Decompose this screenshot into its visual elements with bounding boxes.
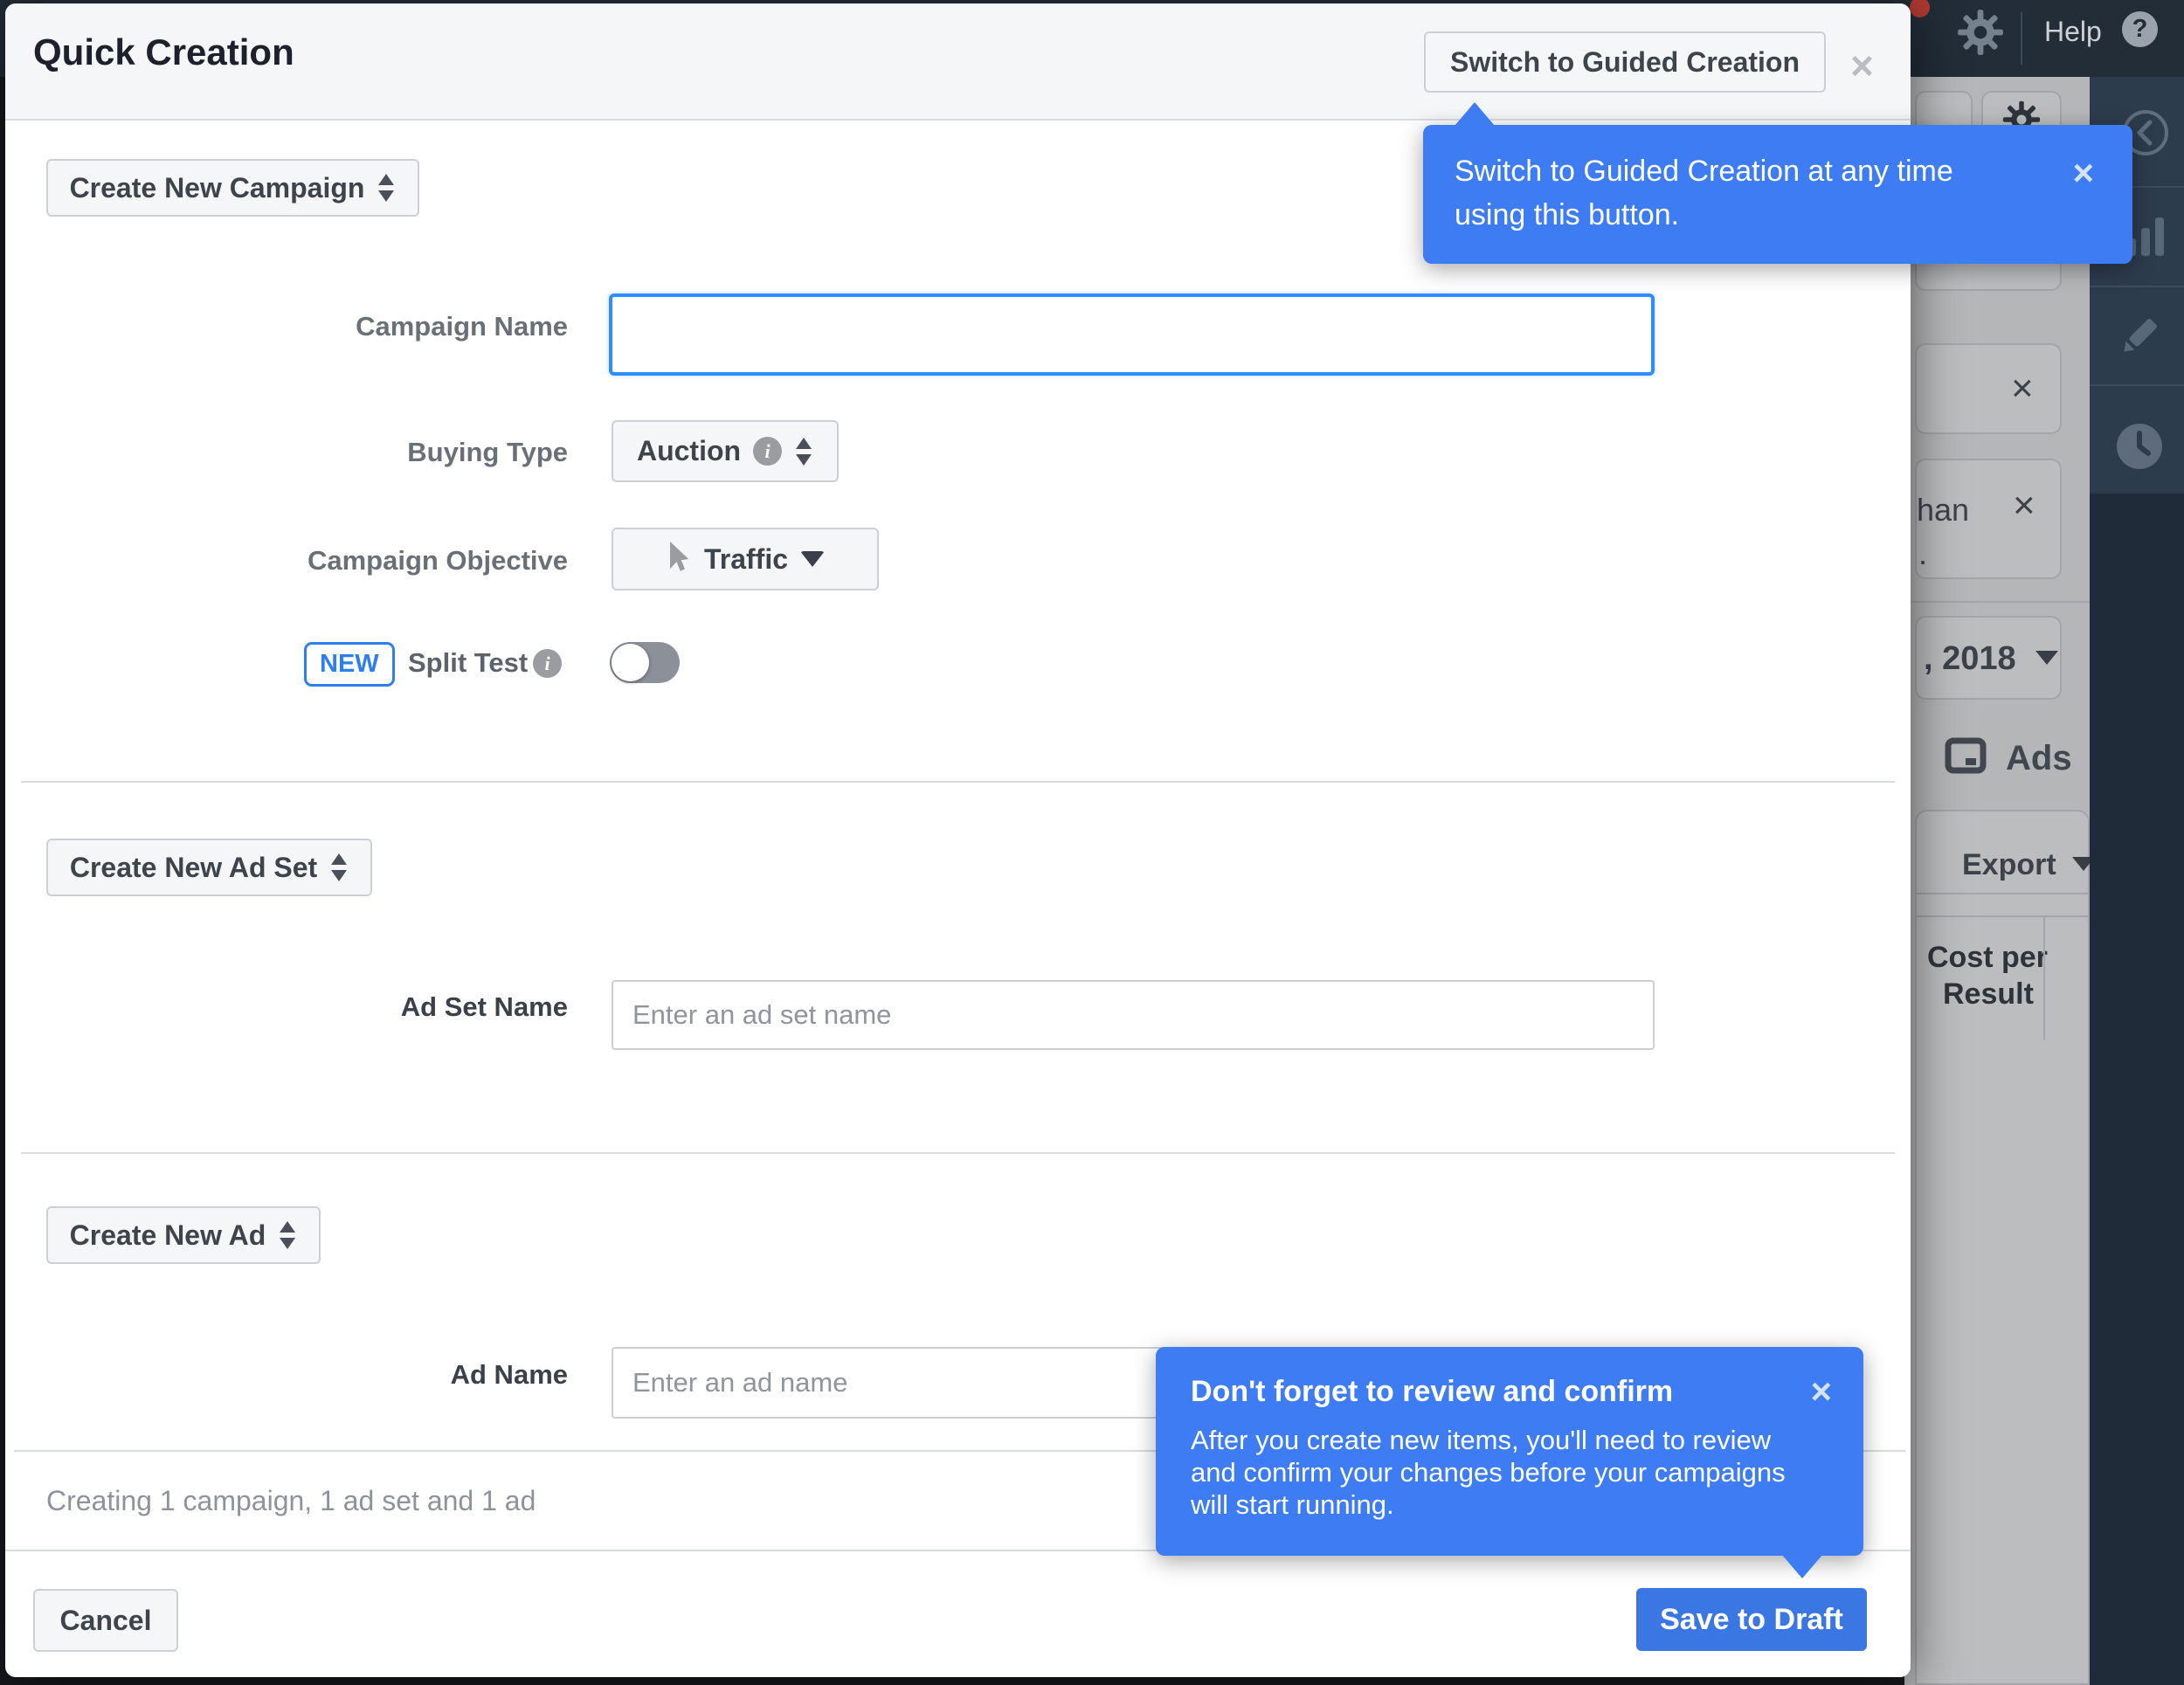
buying-type-dropdown[interactable]: Auction i: [612, 420, 839, 482]
rail-divider: [2090, 384, 2184, 386]
adset-mode-label: Create New Ad Set: [69, 851, 318, 883]
dimmed-audience-chip: han × .: [1915, 459, 2062, 579]
pencil-icon[interactable]: [2114, 311, 2165, 366]
text-fragment-dot: .: [1918, 535, 1928, 571]
column-header-cost-line1: Cost per: [1927, 941, 2048, 974]
tooltip-title: Don't forget to review and confirm: [1191, 1375, 1674, 1408]
remove-audience-icon: ×: [2013, 484, 2035, 527]
save-to-draft-button[interactable]: Save to Draft: [1636, 1588, 1867, 1651]
modal-title: Quick Creation: [33, 31, 294, 73]
sorter-icon: [278, 1220, 297, 1250]
cancel-label: Cancel: [59, 1604, 152, 1636]
adset-name-input[interactable]: [612, 980, 1655, 1050]
ad-mode-label: Create New Ad: [69, 1219, 266, 1251]
rail-divider: [2090, 286, 2184, 287]
section-divider: [21, 781, 1895, 783]
right-rail-lower: [2090, 494, 2184, 1685]
guided-creation-tooltip: Switch to Guided Creation at any time us…: [1423, 125, 2132, 264]
ad-mode-selector[interactable]: Create New Ad: [46, 1206, 321, 1264]
campaign-name-input[interactable]: [609, 293, 1655, 376]
switch-to-guided-creation-button[interactable]: Switch to Guided Creation: [1424, 31, 1826, 93]
tooltip-close-icon[interactable]: ×: [2072, 155, 2094, 191]
sorter-icon: [377, 173, 396, 203]
table-toolbar-divider: [1917, 893, 2088, 894]
tab-ads: Ads: [2006, 739, 2072, 777]
buying-type-value: Auction: [636, 435, 742, 466]
campaign-mode-label: Create New Campaign: [69, 171, 365, 204]
help-menu[interactable]: Help: [2044, 16, 2102, 48]
campaign-mode-selector[interactable]: Create New Campaign: [46, 159, 419, 217]
dimmed-section-divider: [1906, 601, 2090, 603]
chevron-down-icon: [2035, 651, 2058, 665]
column-divider: [2043, 917, 2045, 1039]
campaign-objective-dropdown[interactable]: Traffic: [612, 528, 879, 590]
ad-name-label: Ad Name: [450, 1359, 568, 1390]
review-confirm-tooltip: Don't forget to review and confirm × Aft…: [1156, 1347, 1863, 1556]
tooltip-body: After you create new items, you'll need …: [1191, 1425, 1786, 1520]
campaign-objective-label: Campaign Objective: [307, 545, 568, 576]
table-header-top-border: [1917, 915, 2088, 917]
export-button: Export: [1962, 848, 2056, 881]
dimmed-filter-chip: ×: [1915, 343, 2062, 434]
settings-gear-icon[interactable]: [1957, 9, 2004, 60]
tooltip-text: Switch to Guided Creation at any time us…: [1455, 155, 1953, 231]
tooltip-arrow-down: [1781, 1554, 1823, 1578]
column-header-cost-line2: Result: [1943, 977, 2034, 1011]
buying-type-label: Buying Type: [407, 437, 568, 467]
adset-name-label: Ad Set Name: [400, 991, 568, 1022]
campaign-name-label: Campaign Name: [356, 311, 568, 342]
cancel-button[interactable]: Cancel: [33, 1589, 178, 1652]
remove-filter-icon: ×: [2011, 367, 2034, 410]
dimmed-date-picker: , 2018: [1915, 616, 2062, 700]
chevron-down-icon: [800, 551, 826, 567]
history-clock-icon[interactable]: [2115, 422, 2164, 475]
tooltip-close-icon[interactable]: ×: [1810, 1373, 1832, 1410]
adset-mode-selector[interactable]: Create New Ad Set: [46, 839, 372, 896]
info-icon[interactable]: i: [753, 437, 783, 466]
modal-close-icon[interactable]: ×: [1850, 45, 1874, 86]
header-divider: [2021, 12, 2022, 65]
toggle-knob: [612, 644, 649, 681]
save-label: Save to Draft: [1660, 1602, 1843, 1636]
ads-tab-icon: [1945, 735, 1987, 782]
creation-summary-text: Creating 1 campaign, 1 ad set and 1 ad: [46, 1485, 536, 1516]
split-test-label: Split Test: [408, 647, 529, 678]
tooltip-arrow-up: [1455, 102, 1495, 126]
sorter-icon: [329, 853, 349, 882]
cursor-arrow-icon: [666, 540, 692, 578]
info-icon[interactable]: i: [533, 649, 562, 678]
campaign-objective-value: Traffic: [703, 542, 789, 575]
date-range-fragment: , 2018: [1924, 640, 2016, 677]
new-feature-badge: NEW: [304, 642, 395, 687]
split-test-toggle[interactable]: [610, 642, 680, 683]
help-question-icon[interactable]: ?: [2122, 11, 2158, 47]
section-divider: [21, 1152, 1895, 1154]
dimmed-table-card: Export Cost per Result: [1915, 810, 2095, 1685]
sorter-icon: [794, 437, 813, 466]
audience-text-fragment: han: [1917, 492, 1970, 528]
